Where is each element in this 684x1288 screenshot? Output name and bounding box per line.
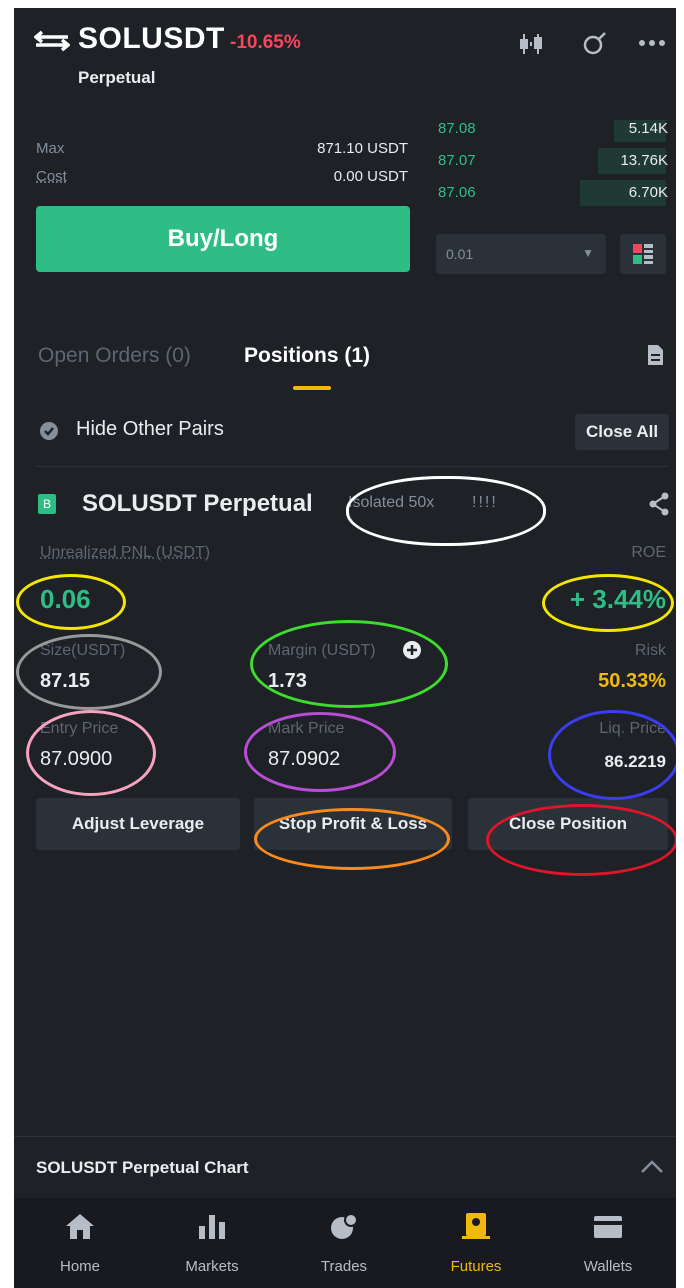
unrealized-pnl-label: Unrealized PNL (USDT) — [40, 544, 211, 561]
home-icon — [66, 1214, 94, 1239]
annotation-circle-pink — [26, 710, 156, 796]
check-circle-icon[interactable] — [40, 422, 58, 440]
annotation-circle-orange — [254, 808, 450, 870]
cost-value: 0.00 USDT — [333, 168, 408, 185]
annotation-circle-green — [250, 620, 448, 708]
nav-home[interactable]: Home — [14, 1198, 146, 1288]
chevron-up-icon[interactable] — [640, 1160, 664, 1174]
nav-label: Futures — [450, 1258, 502, 1275]
buy-long-button[interactable]: Buy/Long — [36, 206, 410, 272]
caret-down-icon: ▼ — [582, 246, 594, 260]
candlestick-chart-icon[interactable] — [518, 32, 550, 56]
orderbook-qty: 13.76K — [620, 152, 668, 169]
divider — [36, 466, 668, 467]
annotation-circle-blue — [548, 710, 676, 800]
nav-futures[interactable]: Futures — [410, 1198, 542, 1288]
tab-positions[interactable]: Positions (1) — [244, 344, 370, 368]
more-menu-icon[interactable] — [638, 38, 666, 48]
chart-label: SOLUSDT Perpetual Chart — [36, 1158, 249, 1177]
orderbook-qty: 6.70K — [628, 184, 668, 201]
futures-icon — [462, 1213, 490, 1239]
risk-value: 50.33% — [598, 670, 666, 692]
trades-icon — [331, 1213, 358, 1239]
swap-arrows-icon[interactable] — [34, 28, 70, 54]
annotation-circle-white — [346, 476, 546, 546]
close-all-button[interactable]: Close All — [575, 414, 669, 450]
orderbook-price[interactable]: 87.07 — [438, 152, 476, 169]
max-label: Max — [36, 140, 65, 157]
risk-label: Risk — [634, 642, 666, 659]
annotation-circle-yellow — [542, 574, 674, 632]
share-icon[interactable] — [648, 492, 670, 516]
max-value: 871.10 USDT — [317, 140, 408, 157]
bottom-navigation: Home Markets Trades Futures Wallets — [14, 1198, 676, 1288]
orderbook-price[interactable]: 87.06 — [438, 184, 476, 201]
orderbook-layout-button[interactable] — [620, 234, 666, 274]
nav-label: Markets — [185, 1258, 239, 1275]
adjust-leverage-button[interactable]: Adjust Leverage — [36, 798, 240, 850]
price-change: -10.65% — [230, 32, 301, 53]
calculator-icon[interactable] — [580, 30, 608, 58]
annotation-circle-gray — [16, 634, 162, 710]
nav-label: Home — [59, 1258, 100, 1275]
buy-badge: B — [38, 494, 56, 514]
roe-label: ROE — [631, 544, 666, 561]
annotation-circle-purple — [244, 712, 396, 792]
nav-trades[interactable]: Trades — [278, 1198, 410, 1288]
position-title: SOLUSDT Perpetual — [82, 490, 313, 517]
app-screen: SOLUSDT -10.65% Perpetual Max 871.10 USD… — [14, 8, 676, 1288]
order-history-icon[interactable] — [646, 344, 664, 366]
annotation-circle-red — [486, 804, 676, 876]
annotation-circle-yellow — [16, 574, 126, 630]
hide-other-pairs-label[interactable]: Hide Other Pairs — [76, 418, 224, 441]
wallets-icon — [594, 1216, 622, 1238]
nav-wallets[interactable]: Wallets — [542, 1198, 674, 1288]
orderbook-layout-icon — [633, 244, 653, 264]
orderbook-qty: 5.14K — [628, 120, 668, 137]
nav-label: Wallets — [583, 1258, 633, 1275]
tab-open-orders[interactable]: Open Orders (0) — [38, 344, 191, 368]
markets-icon — [199, 1215, 225, 1239]
orderbook-price[interactable]: 87.08 — [438, 120, 476, 137]
nav-markets[interactable]: Markets — [146, 1198, 278, 1288]
active-tab-indicator — [293, 386, 331, 390]
precision-value: 0.01 — [446, 246, 474, 262]
contract-type: Perpetual — [78, 68, 156, 87]
cost-label: Cost — [36, 168, 67, 185]
precision-select[interactable]: 0.01 ▼ — [436, 234, 606, 274]
nav-label: Trades — [320, 1258, 368, 1275]
symbol-title[interactable]: SOLUSDT — [78, 22, 225, 56]
